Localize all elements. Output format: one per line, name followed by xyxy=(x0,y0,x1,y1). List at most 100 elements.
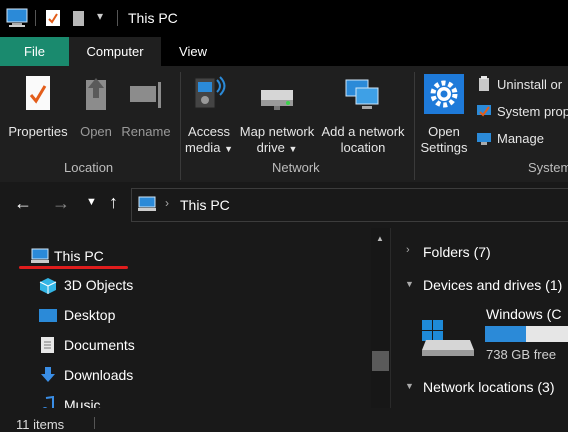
access-media-icon xyxy=(194,76,226,109)
pane-divider xyxy=(390,228,391,408)
ribbon: Properties Open Rename Location Access m… xyxy=(0,66,568,223)
recent-locations-chevron-icon[interactable]: ▼ xyxy=(86,196,97,208)
rename-button[interactable]: Rename xyxy=(119,72,173,152)
rename-label: Rename xyxy=(121,124,171,139)
system-properties-icon xyxy=(477,105,491,117)
group-location-label: Location xyxy=(64,160,114,175)
manage-icon xyxy=(477,133,491,145)
open-icon xyxy=(86,78,106,110)
drive-name: Windows (C xyxy=(486,306,562,322)
desktop-icon xyxy=(39,309,57,322)
properties-label: Properties xyxy=(8,124,68,139)
forward-arrow-icon[interactable]: → xyxy=(52,193,70,214)
document-icon xyxy=(41,337,54,353)
uninstall-label: Uninstall or xyxy=(497,77,563,92)
status-bar: 11 items xyxy=(0,408,568,432)
network-locations-header[interactable]: Network locations (3) xyxy=(423,379,555,395)
folders-header[interactable]: Folders (7) xyxy=(423,244,491,260)
item-count: 11 items xyxy=(16,417,65,432)
navigation-pane: This PC 3D Objects Desktop Documents Dow… xyxy=(0,228,390,408)
chevron-down-icon: ▼ xyxy=(224,144,233,154)
network-drive-icon xyxy=(261,90,293,110)
chevron-down-icon[interactable]: ▼ xyxy=(405,279,414,289)
qat-dropdown-icon[interactable]: ▾ xyxy=(97,9,103,23)
breadcrumb-chevron-icon[interactable]: › xyxy=(165,196,169,210)
map-network-drive-button[interactable]: Map network drive ▼ xyxy=(236,72,318,155)
chevron-down-icon[interactable]: ▼ xyxy=(405,381,414,391)
group-system-label: System xyxy=(528,160,568,175)
map-network-drive-label-2: drive xyxy=(256,140,285,155)
this-pc-icon xyxy=(6,8,28,27)
add-network-location-label-2: location xyxy=(340,140,386,155)
properties-check-icon[interactable] xyxy=(45,9,61,27)
annotation-underline xyxy=(19,266,128,269)
qat-separator xyxy=(35,10,36,26)
rename-icon xyxy=(130,82,161,108)
nav-item-label: This PC xyxy=(54,248,104,264)
map-network-drive-label-1: Map network xyxy=(239,124,315,139)
drive-free-space: 738 GB free xyxy=(486,347,557,362)
system-properties-label: System prop xyxy=(497,104,568,119)
address-box[interactable]: › This PC xyxy=(131,188,568,222)
chevron-down-icon: ▼ xyxy=(288,144,298,154)
system-properties-button[interactable]: System prop xyxy=(476,103,568,121)
nav-item-label: 3D Objects xyxy=(64,277,134,293)
network-location-icon xyxy=(345,79,379,109)
group-network-label: Network xyxy=(272,160,320,175)
open-settings-label-1: Open xyxy=(428,124,460,139)
manage-label: Manage xyxy=(497,131,544,146)
drive-usage-fill xyxy=(485,326,526,342)
address-bar-row: ← → ▼ ↑ › This PC xyxy=(0,182,568,228)
nav-item-3d-objects[interactable]: 3D Objects xyxy=(38,276,178,296)
download-arrow-icon xyxy=(41,367,55,382)
up-arrow-icon[interactable]: ↑ xyxy=(109,192,118,213)
gear-icon xyxy=(424,74,464,114)
add-network-location-button[interactable]: Add a network location xyxy=(318,72,408,155)
properties-button[interactable]: Properties xyxy=(4,72,72,152)
open-settings-button[interactable]: Open Settings xyxy=(418,72,470,155)
ribbon-tabs: File Computer View xyxy=(0,37,568,66)
drive-c[interactable]: Windows (C 738 GB free xyxy=(420,306,568,368)
scrollbar-thumb[interactable] xyxy=(372,351,389,371)
access-media-label-2: media xyxy=(185,140,221,155)
this-pc-icon xyxy=(31,248,49,263)
nav-item-music[interactable]: Music xyxy=(38,396,178,408)
tab-file[interactable]: File xyxy=(0,37,69,66)
content-pane: › Folders (7) ▼ Devices and drives (1) W… xyxy=(396,228,568,408)
uninstall-icon xyxy=(479,76,489,91)
nav-item-label: Music xyxy=(64,397,101,408)
access-media-label-1: Access xyxy=(188,124,230,139)
address-path[interactable]: This PC xyxy=(180,197,230,213)
group-separator xyxy=(414,72,415,180)
open-settings-label-2: Settings xyxy=(420,140,468,155)
music-note-icon xyxy=(42,396,54,408)
window-title: This PC xyxy=(128,10,178,26)
open-button[interactable]: Open xyxy=(74,72,118,152)
nav-item-downloads[interactable]: Downloads xyxy=(38,366,178,386)
tab-view[interactable]: View xyxy=(161,37,225,66)
nav-item-label: Documents xyxy=(64,337,135,353)
back-arrow-icon[interactable]: ← xyxy=(14,193,32,214)
nav-item-label: Desktop xyxy=(64,307,116,323)
manage-button[interactable]: Manage xyxy=(476,130,568,148)
new-folder-icon[interactable] xyxy=(72,9,86,27)
nav-item-label: Downloads xyxy=(64,367,134,383)
cube-icon xyxy=(39,278,57,294)
windows-drive-icon xyxy=(422,320,474,356)
drive-usage-bar xyxy=(485,326,568,342)
title-separator xyxy=(117,10,118,26)
nav-item-desktop[interactable]: Desktop xyxy=(38,306,178,326)
devices-header[interactable]: Devices and drives (1) xyxy=(423,277,562,293)
add-network-location-label-1: Add a network xyxy=(321,124,405,139)
tab-computer[interactable]: Computer xyxy=(69,37,161,66)
uninstall-button[interactable]: Uninstall or xyxy=(476,76,568,94)
nav-item-documents[interactable]: Documents xyxy=(38,336,178,356)
scroll-up-icon[interactable]: ▲ xyxy=(376,234,384,243)
status-separator xyxy=(94,417,95,429)
nav-scrollbar[interactable]: ▲ xyxy=(371,228,390,408)
group-separator xyxy=(180,72,181,180)
access-media-button[interactable]: Access media ▼ xyxy=(183,72,235,155)
open-label: Open xyxy=(80,124,112,139)
chevron-right-icon[interactable]: › xyxy=(406,244,410,256)
title-bar: ▾ This PC xyxy=(0,0,568,37)
